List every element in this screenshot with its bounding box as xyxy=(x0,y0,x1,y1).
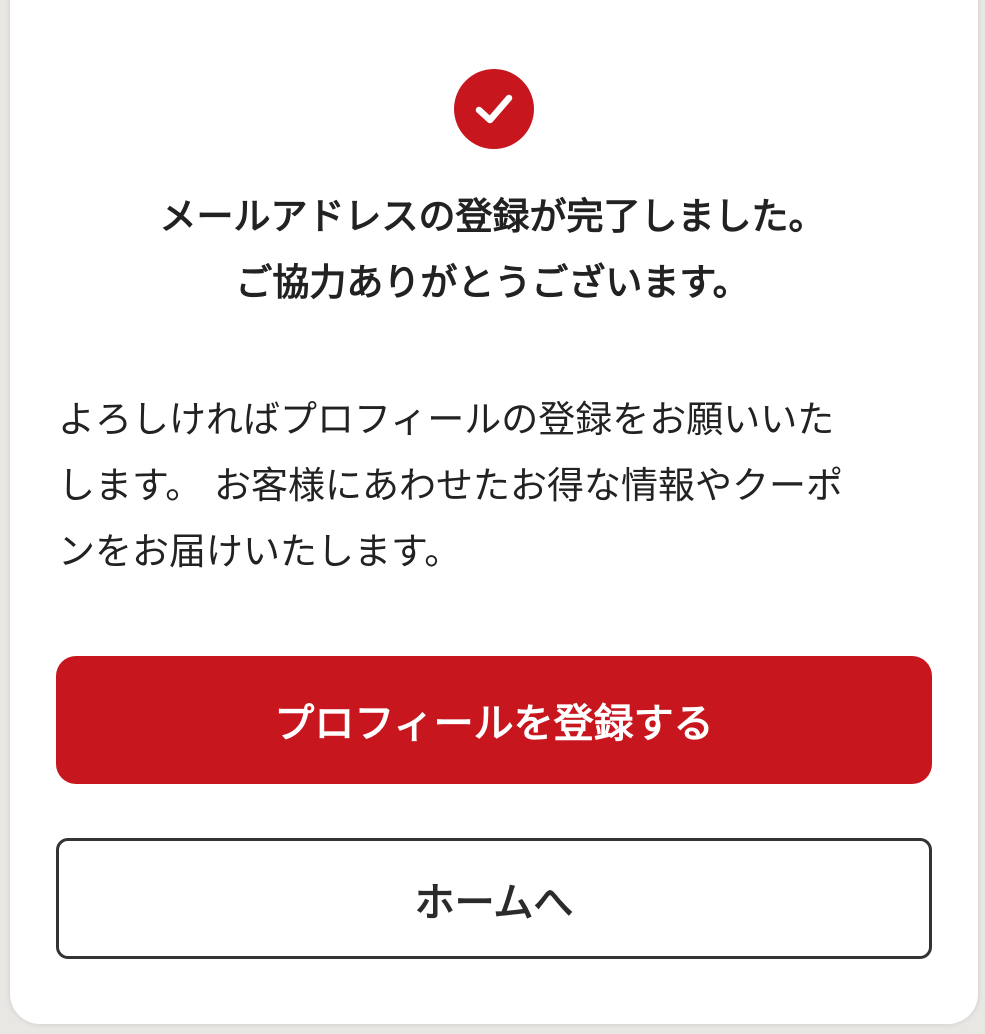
check-circle-icon xyxy=(454,69,534,149)
completion-title-line-2: ご協力ありがとうございます。 xyxy=(235,261,750,304)
home-button[interactable]: ホームへ xyxy=(56,838,932,959)
register-profile-button[interactable]: プロフィールを登録する xyxy=(56,656,932,784)
profile-request-text-line-1: よろしければプロフィールの登録をお願いいた xyxy=(58,398,835,441)
profile-request-text-line-2: します。 お客様にあわせたお得な情報やクーポ xyxy=(58,464,844,507)
profile-request-text-line-3: ンをお届けいたします。 xyxy=(58,530,462,573)
completion-title-line-1: メールアドレスの登録が完了しました。 xyxy=(159,195,826,238)
